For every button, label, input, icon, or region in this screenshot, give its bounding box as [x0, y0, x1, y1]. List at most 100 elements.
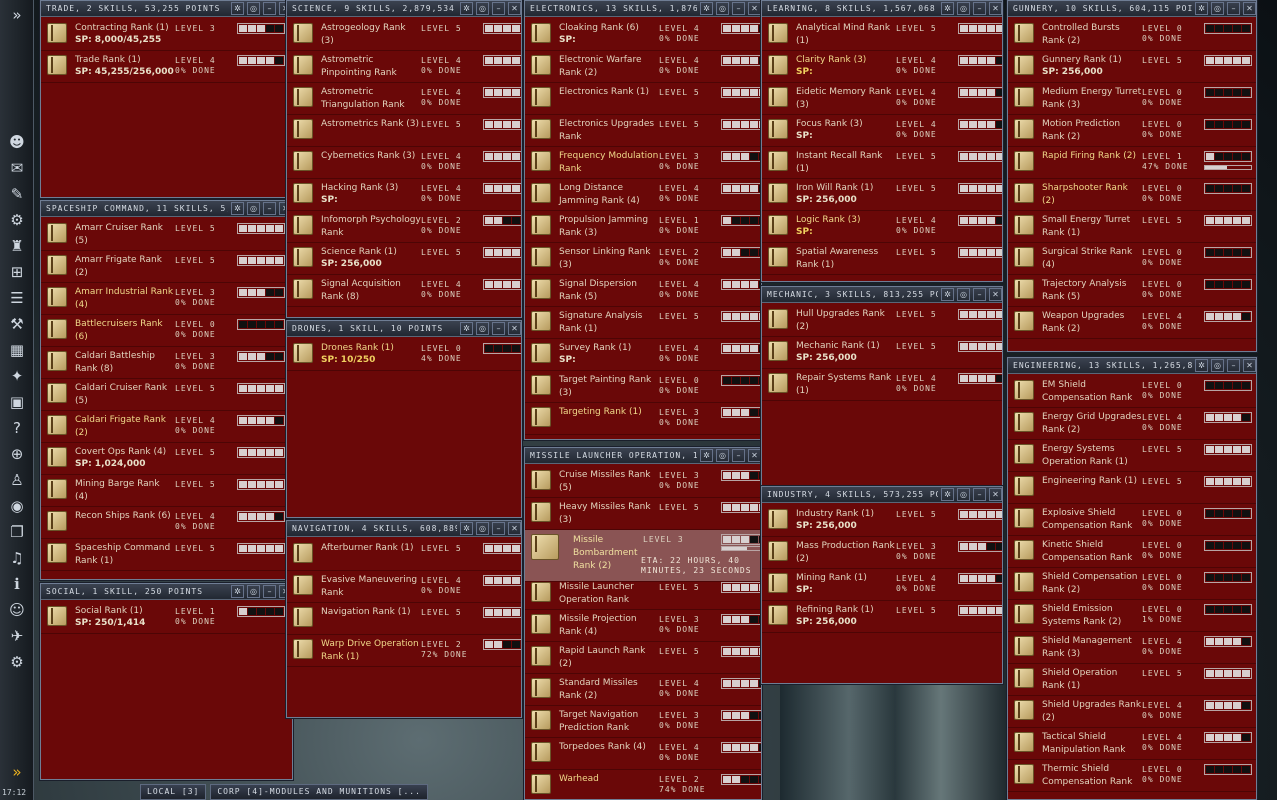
skill-row[interactable]: Social Rank (1) SP: 250/1,414 LEVEL 1 0% DO… [41, 602, 292, 634]
skill-row[interactable]: Caldari Cruiser Rank (5) LEVEL 5 [41, 379, 292, 411]
skill-row[interactable]: Signal Dispersion Rank (5) LEVEL 4 0% DONE [525, 275, 761, 307]
skill-row[interactable]: Astrometrics Rank (3) LEVEL 5 [287, 115, 521, 147]
options-icon[interactable]: ✲ [231, 202, 244, 215]
options-icon[interactable]: ✲ [231, 585, 244, 598]
skill-row[interactable]: Target Navigation Prediction Rank LEVEL 3… [525, 706, 761, 738]
skill-row[interactable]: Trajectory Analysis Rank (5) LEVEL 0 0% DO… [1008, 275, 1256, 307]
skill-row[interactable]: Astrogeology Rank (3) LEVEL 5 [287, 19, 521, 51]
fitting-icon[interactable]: ▦ [3, 338, 31, 362]
minimize-icon[interactable]: – [973, 488, 986, 501]
close-icon[interactable]: ✕ [748, 2, 761, 15]
minimize-icon[interactable]: – [973, 2, 986, 15]
options-icon[interactable]: ✲ [231, 2, 244, 15]
minimize-icon[interactable]: – [263, 202, 276, 215]
help-icon[interactable]: ⊕ [3, 442, 31, 466]
skill-row[interactable]: Electronics Upgrades Rank LEVEL 5 [525, 115, 761, 147]
skill-row[interactable]: Astrometric Triangulation Rank LEVEL 4 0% … [287, 83, 521, 115]
skill-row[interactable]: Shield Upgrades Rank (2) LEVEL 4 0% DONE [1008, 696, 1256, 728]
close-icon[interactable]: ✕ [748, 449, 761, 462]
options-icon[interactable]: ✲ [1195, 2, 1208, 15]
more-icon[interactable]: » [3, 760, 31, 784]
close-icon[interactable]: ✕ [508, 522, 521, 535]
skill-row[interactable]: Motion Prediction Rank (2) LEVEL 0 0% DONE [1008, 115, 1256, 147]
science-skills-window[interactable]: SCIENCE, 9 SKILLS, 2,879,534 POINTS✲◎–✕ … [286, 0, 522, 318]
skill-row[interactable]: Clarity Rank (3) SP: LEVEL 4 0% DONE [762, 51, 1002, 83]
skill-row[interactable]: Instant Recall Rank (1) LEVEL 5 [762, 147, 1002, 179]
skill-row[interactable]: Missile Launcher Operation Rank LEVEL 5 [525, 578, 761, 610]
window-header[interactable]: TRADE, 2 SKILLS, 53,255 POINTS✲◎–✕ [41, 1, 292, 17]
learning-skills-window[interactable]: LEARNING, 8 SKILLS, 1,567,068 POINTS✲◎–✕… [761, 0, 1003, 282]
mail-icon[interactable]: ✎ [3, 182, 31, 206]
skill-row[interactable]: Heavy Missiles Rank (3) LEVEL 5 [525, 498, 761, 530]
skill-row[interactable]: Logic Rank (3) SP: LEVEL 4 0% DONE [762, 211, 1002, 243]
browser-icon[interactable]: ❐ [3, 520, 31, 544]
skill-row[interactable]: Small Energy Turret Rank (1) LEVEL 5 [1008, 211, 1256, 243]
skill-row[interactable]: Covert Ops Rank (4) SP: 1,024,000 LEVEL 5 [41, 443, 292, 475]
pin-icon[interactable]: ◎ [716, 2, 729, 15]
skill-row[interactable]: Evasive Maneuvering Rank LEVEL 4 0% DONE [287, 571, 521, 603]
skill-row[interactable]: Torpedoes Rank (4) LEVEL 4 0% DONE [525, 738, 761, 770]
window-header[interactable]: LEARNING, 8 SKILLS, 1,567,068 POINTS✲◎–✕ [762, 1, 1002, 17]
missile-skills-window[interactable]: MISSILE LAUNCHER OPERATION, 10 SI✲◎–✕ Cr… [524, 447, 762, 800]
skill-row[interactable]: Surgical Strike Rank (4) LEVEL 0 0% DONE [1008, 243, 1256, 275]
lifebuoy-icon[interactable]: ♙ [3, 468, 31, 492]
skill-row[interactable]: Weapon Upgrades Rank (2) LEVEL 4 0% DONE [1008, 307, 1256, 339]
close-icon[interactable]: ✕ [989, 2, 1002, 15]
pin-icon[interactable]: ◎ [247, 2, 260, 15]
skill-row[interactable]: Caldari Frigate Rank (2) LEVEL 4 0% DONE [41, 411, 292, 443]
map-icon[interactable]: ♜ [3, 234, 31, 258]
skill-row[interactable]: Drones Rank (1) SP: 10/250 LEVEL 0 4% DONE [287, 339, 521, 371]
close-icon[interactable]: ✕ [1243, 2, 1256, 15]
skill-row[interactable]: Astrometric Pinpointing Rank LEVEL 4 0% DO… [287, 51, 521, 83]
skill-row[interactable]: Medium Energy Turret Rank (3) LEVEL 0 0% D… [1008, 83, 1256, 115]
skill-row[interactable]: Energy Systems Operation Rank (1) LEVEL 5 [1008, 440, 1256, 472]
electronics-skills-window[interactable]: ELECTRONICS, 13 SKILLS, 1,876,385✲◎–✕ Cl… [524, 0, 762, 440]
skill-row[interactable]: Warhead LEVEL 2 74% DONE [525, 770, 761, 799]
pin-icon[interactable]: ◎ [716, 449, 729, 462]
skill-row[interactable]: Analytical Mind Rank (1) LEVEL 5 [762, 19, 1002, 51]
skill-row[interactable]: Cybernetics Rank (3) LEVEL 4 0% DONE [287, 147, 521, 179]
close-icon[interactable]: ✕ [1243, 359, 1256, 372]
skill-row[interactable]: Shield Operation Rank (1) LEVEL 5 [1008, 664, 1256, 696]
minimize-icon[interactable]: – [492, 522, 505, 535]
industry-skills-window[interactable]: INDUSTRY, 4 SKILLS, 573,255 POINTS✲◎–✕ I… [761, 486, 1003, 684]
skills-icon[interactable]: ▣ [3, 390, 31, 414]
options-icon[interactable]: ✲ [941, 2, 954, 15]
window-header[interactable]: SCIENCE, 9 SKILLS, 2,879,534 POINTS✲◎–✕ [287, 1, 521, 17]
skill-row[interactable]: Sharpshooter Rank (2) LEVEL 0 0% DONE [1008, 179, 1256, 211]
skill-row[interactable]: Kinetic Shield Compensation Rank LEVEL 00… [1008, 536, 1256, 568]
skill-row[interactable]: Long Distance Jamming Rank (4) LEVEL 4 0% … [525, 179, 761, 211]
skill-row[interactable]: Amarr Cruiser Rank (5) LEVEL 5 [41, 219, 292, 251]
minimize-icon[interactable]: – [732, 2, 745, 15]
skill-row[interactable]: Mechanic Rank (1) SP: 256,000 LEVEL 5 [762, 337, 1002, 369]
info-icon[interactable]: ☺ [3, 598, 31, 622]
skill-row[interactable]: Hacking Rank (3) SP: LEVEL 4 0% DONE [287, 179, 521, 211]
window-header[interactable]: MECHANIC, 3 SKILLS, 813,255 POINTS✲◎–✕ [762, 287, 1002, 303]
skill-row[interactable]: Spatial Awareness Rank (1) LEVEL 5 [762, 243, 1002, 275]
skill-row[interactable]: Spaceship Command Rank (1) LEVEL 5 [41, 539, 292, 571]
skill-row[interactable]: Signal Acquisition Rank (8) LEVEL 4 0% DON… [287, 275, 521, 307]
skill-row[interactable]: Shield Management Rank (3) LEVEL 4 0% DONE [1008, 632, 1256, 664]
minimize-icon[interactable]: – [973, 288, 986, 301]
options-icon[interactable]: ✲ [1195, 359, 1208, 372]
options-icon[interactable]: ✲ [700, 2, 713, 15]
pin-icon[interactable]: ◎ [1211, 2, 1224, 15]
skill-row[interactable]: Survey Rank (1) SP: LEVEL 4 0% DONE [525, 339, 761, 371]
options-icon[interactable]: ✲ [460, 322, 473, 335]
drones-skills-window[interactable]: DRONES, 1 SKILL, 10 POINTS ✲ ◎ – ✕ Drones Ra… [286, 320, 522, 518]
skill-row[interactable]: Thermic Shield Compensation Rank LEVEL 00… [1008, 760, 1256, 792]
pin-icon[interactable]: ◎ [957, 488, 970, 501]
skill-row[interactable]: Tactical Shield Manipulation Rank LEVEL 4… [1008, 728, 1256, 760]
journal-icon[interactable]: ⚒ [3, 312, 31, 336]
skill-row[interactable]: Missile Projection Rank (4) LEVEL 3 0% DON… [525, 610, 761, 642]
skill-row[interactable]: Rapid Launch Rank (2) LEVEL 5 [525, 642, 761, 674]
gunnery-skills-window[interactable]: GUNNERY, 10 SKILLS, 604,115 POINTS ✲ ◎ – ✕ C… [1007, 0, 1257, 352]
pin-icon[interactable]: ◎ [247, 202, 260, 215]
skill-row[interactable]: Battlecruisers Rank (6) LEVEL 0 0% DONE [41, 315, 292, 347]
skill-row[interactable]: Repair Systems Rank (1) LEVEL 4 0% DONE [762, 369, 1002, 401]
skill-row[interactable]: Amarr Frigate Rank (2) LEVEL 5 [41, 251, 292, 283]
skill-row[interactable]: Controlled Bursts Rank (2) LEVEL 0 0% DONE [1008, 19, 1256, 51]
calculator-icon[interactable]: ? [3, 416, 31, 440]
mechanic-skills-window[interactable]: MECHANIC, 3 SKILLS, 813,255 POINTS✲◎–✕ H… [761, 286, 1003, 486]
skill-row[interactable]: Signature Analysis Rank (1) LEVEL 5 [525, 307, 761, 339]
